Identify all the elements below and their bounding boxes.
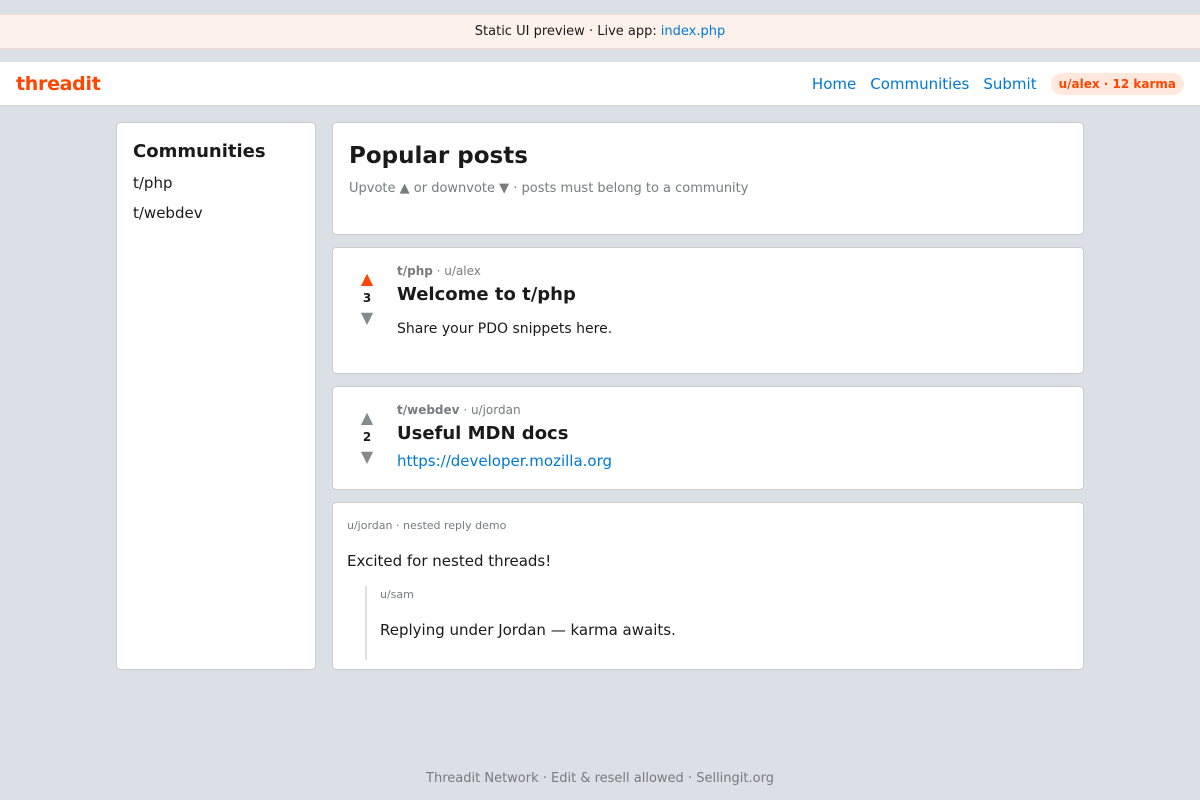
post-community-link[interactable]: t/webdev bbox=[397, 403, 459, 417]
reply-text: Replying under Jordan — karma awaits. bbox=[380, 621, 676, 639]
vote-controls: ▲ 2 ▼ bbox=[349, 401, 385, 489]
post-title[interactable]: Welcome to t/php bbox=[397, 284, 612, 305]
post-author: · u/alex bbox=[436, 264, 481, 278]
reply-meta: u/sam bbox=[380, 588, 414, 601]
post-meta: t/webdev · u/jordan bbox=[397, 403, 612, 417]
live-app-link[interactable]: index.php bbox=[661, 24, 725, 39]
preview-banner: Static UI preview · Live app: index.php bbox=[0, 14, 1200, 49]
sidebar-item-php[interactable]: t/php bbox=[133, 174, 299, 192]
post-author: · u/jordan bbox=[463, 403, 521, 417]
sidebar-title: Communities bbox=[133, 141, 266, 162]
downvote-icon[interactable]: ▼ bbox=[361, 448, 373, 466]
comment-meta: u/jordan · nested reply demo bbox=[347, 519, 507, 532]
post-title[interactable]: Useful MDN docs bbox=[397, 423, 612, 444]
post-score: 3 bbox=[362, 291, 372, 305]
post-community-link[interactable]: t/php bbox=[397, 264, 433, 278]
nav-menu: Home Communities Submit u/alex · 12 karm… bbox=[798, 72, 1184, 95]
post-card: ▲ 3 ▼ t/php · u/alex Welcome to t/php Sh… bbox=[332, 247, 1084, 374]
sidebar-item-webdev[interactable]: t/webdev bbox=[133, 204, 299, 222]
nested-reply: u/sam Replying under Jordan — karma awai… bbox=[365, 586, 1069, 660]
post-score: 2 bbox=[362, 430, 372, 444]
comment-text: Excited for nested threads! bbox=[347, 552, 552, 570]
upvote-icon[interactable]: ▲ bbox=[361, 270, 373, 288]
user-karma-badge[interactable]: u/alex · 12 karma bbox=[1050, 72, 1184, 95]
post-body: t/webdev · u/jordan Useful MDN docs http… bbox=[397, 401, 612, 489]
upvote-icon[interactable]: ▲ bbox=[361, 409, 373, 427]
top-navigation-bar: threadit Home Communities Submit u/alex … bbox=[0, 62, 1200, 106]
brand-logo[interactable]: threadit bbox=[16, 73, 101, 95]
nav-home-link[interactable]: Home bbox=[812, 75, 856, 93]
footer: Threadit Network · Edit & resell allowed… bbox=[426, 771, 774, 786]
communities-sidebar: Communities t/php t/webdev bbox=[116, 122, 316, 670]
downvote-icon[interactable]: ▼ bbox=[361, 309, 373, 327]
page-title: Popular posts bbox=[349, 143, 528, 169]
preview-banner-text: Static UI preview · Live app: bbox=[474, 24, 657, 39]
post-card: ▲ 2 ▼ t/webdev · u/jordan Useful MDN doc… bbox=[332, 386, 1084, 490]
post-external-link[interactable]: https://developer.mozilla.org bbox=[397, 452, 612, 470]
page-subtitle: Upvote ▲ or downvote ▼ · posts must belo… bbox=[349, 181, 749, 196]
nav-communities-link[interactable]: Communities bbox=[870, 75, 969, 93]
post-text: Share your PDO snippets here. bbox=[397, 321, 613, 337]
post-meta: t/php · u/alex bbox=[397, 264, 612, 278]
vote-controls: ▲ 3 ▼ bbox=[349, 262, 385, 373]
comment-thread: u/jordan · nested reply demo Excited for… bbox=[332, 502, 1084, 670]
popular-posts-header: Popular posts Upvote ▲ or downvote ▼ · p… bbox=[332, 122, 1084, 235]
nav-submit-link[interactable]: Submit bbox=[983, 75, 1036, 93]
post-body: t/php · u/alex Welcome to t/php Share yo… bbox=[397, 262, 612, 373]
